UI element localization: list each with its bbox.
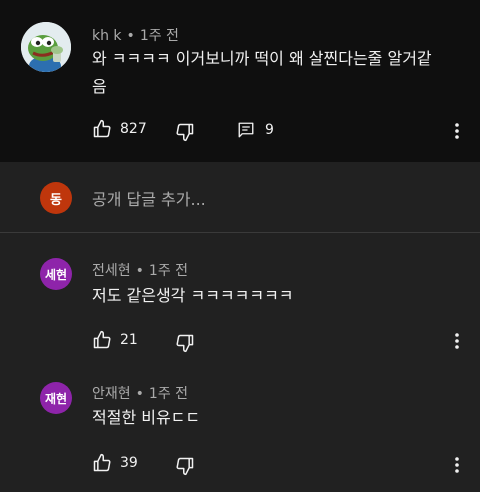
meta-separator: • bbox=[135, 263, 144, 279]
reply-avatar[interactable]: 재현 bbox=[40, 382, 72, 414]
reply-author[interactable]: 전세현 bbox=[92, 263, 131, 279]
comment-author[interactable]: kh k bbox=[92, 28, 122, 44]
comment-text: 와 ㅋㅋㅋㅋ 이거보니까 떡이 왜 살찐다는줄 알거같 음 bbox=[92, 45, 432, 101]
comment-text-line: 음 bbox=[92, 77, 107, 96]
dislike-icon bbox=[176, 457, 194, 476]
add-reply-row: 동 공개 답글 추가... bbox=[0, 162, 480, 233]
comment-text-line: 와 ㅋㅋㅋㅋ 이거보니까 떡이 왜 살찐다는줄 알거같 bbox=[92, 49, 432, 68]
reply-avatar[interactable]: 세현 bbox=[40, 258, 72, 290]
reply-time[interactable]: 1주 전 bbox=[149, 386, 188, 402]
like-button[interactable]: 39 bbox=[92, 453, 138, 473]
reply-author[interactable]: 안재현 bbox=[92, 386, 131, 402]
meta-separator: • bbox=[135, 386, 144, 402]
like-button[interactable]: 21 bbox=[92, 330, 138, 350]
dislike-button[interactable] bbox=[175, 122, 195, 142]
more-vert-icon bbox=[455, 457, 459, 473]
reply-count: 9 bbox=[265, 122, 274, 138]
like-icon bbox=[93, 330, 111, 349]
reply-meta: 안재현 • 1주 전 bbox=[92, 383, 188, 403]
more-vert-icon bbox=[455, 333, 459, 349]
like-count: 827 bbox=[120, 121, 147, 137]
add-reply-input[interactable]: 공개 답글 추가... bbox=[92, 186, 206, 210]
more-actions-button[interactable] bbox=[445, 119, 469, 143]
comment-meta: kh k • 1주 전 bbox=[92, 25, 179, 45]
like-button[interactable]: 827 bbox=[92, 119, 147, 139]
reply-time[interactable]: 1주 전 bbox=[149, 263, 188, 279]
reply-meta: 전세현 • 1주 전 bbox=[92, 260, 188, 280]
user-avatar: 동 bbox=[40, 182, 72, 214]
more-vert-icon bbox=[455, 123, 459, 139]
replies-button[interactable]: 9 bbox=[237, 121, 274, 139]
like-count: 39 bbox=[120, 455, 138, 471]
main-comment: kh k • 1주 전 와 ㅋㅋㅋㅋ 이거보니까 떡이 왜 살찐다는줄 알거같 음 … bbox=[0, 0, 480, 162]
more-actions-button[interactable] bbox=[445, 453, 469, 477]
dislike-button[interactable] bbox=[175, 456, 195, 476]
like-icon bbox=[93, 119, 111, 138]
pepe-avatar[interactable] bbox=[21, 22, 71, 72]
reply-text: 적절한 비유ㄷㄷ bbox=[92, 408, 201, 427]
meta-separator: • bbox=[126, 28, 135, 44]
dislike-icon bbox=[176, 334, 194, 353]
dislike-button[interactable] bbox=[175, 333, 195, 353]
comment-time[interactable]: 1주 전 bbox=[140, 28, 179, 44]
dislike-icon bbox=[176, 123, 194, 142]
frog-avatar-icon bbox=[21, 22, 71, 72]
like-count: 21 bbox=[120, 332, 138, 348]
more-actions-button[interactable] bbox=[445, 329, 469, 353]
reply-icon bbox=[238, 122, 254, 138]
like-icon bbox=[93, 453, 111, 472]
reply-text: 저도 같은생각 ㅋㅋㅋㅋㅋㅋㅋ bbox=[92, 286, 294, 305]
